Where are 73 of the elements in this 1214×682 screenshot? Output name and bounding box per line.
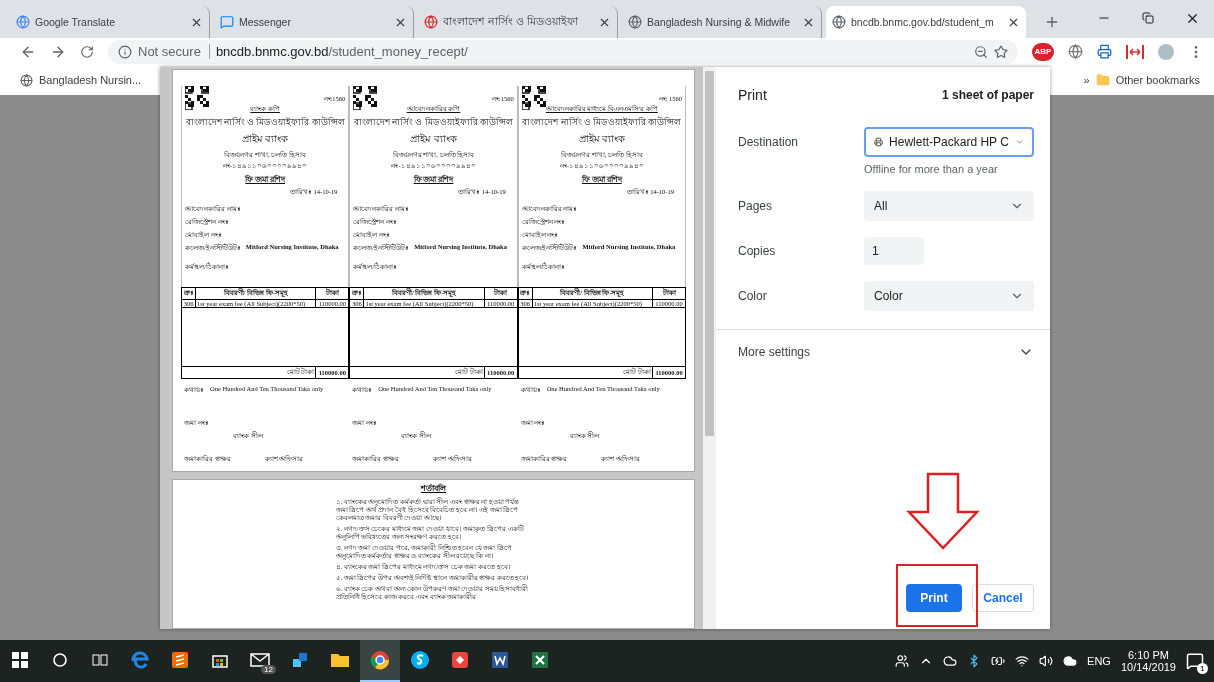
extension-icon[interactable] xyxy=(1126,44,1144,59)
url-text: bncdb.bnmc.gov.bd/student_money_recept/ xyxy=(215,44,469,59)
folder-icon xyxy=(1095,73,1110,87)
battery-icon[interactable] xyxy=(991,654,1006,668)
document-app-icon xyxy=(490,650,510,670)
zoom-icon[interactable] xyxy=(974,44,988,59)
count-badge: 12 xyxy=(261,665,276,674)
wifi-icon[interactable] xyxy=(1015,654,1030,668)
cloud-icon[interactable] xyxy=(1063,654,1078,668)
scrollbar[interactable] xyxy=(703,67,716,629)
extension-icon[interactable]: ABP xyxy=(1032,42,1054,61)
spreadsheet-app-icon xyxy=(530,650,550,670)
address-bar[interactable]: Not secure bncdb.bnmc.gov.bd/student_money_recept/ xyxy=(108,39,1018,64)
setting-label: Color xyxy=(738,289,768,303)
chat-icon xyxy=(220,15,234,29)
setting-label: Destination xyxy=(738,135,800,149)
qr-code-icon xyxy=(353,86,378,110)
extension-icon[interactable] xyxy=(1097,44,1112,59)
search-icon xyxy=(52,652,68,668)
browser-tab[interactable]: bncdb.bnmc.gov.bd/student_m xyxy=(826,6,1026,38)
people-icon[interactable] xyxy=(895,654,910,668)
more-settings[interactable]: More settings xyxy=(738,330,1034,374)
site-icon xyxy=(424,15,438,29)
globe-icon xyxy=(832,15,846,29)
bank-name: প্রাইম ব্যাংক xyxy=(410,132,457,146)
task-view-icon xyxy=(92,652,108,668)
remote-desktop-icon xyxy=(450,650,470,670)
setting-label: Copies xyxy=(738,244,777,258)
new-tab-icon[interactable] xyxy=(1044,14,1060,30)
council-name: বাংলাদেশ নার্সিং ও মিডওয়াইফারি কাউন্সিল xyxy=(354,115,513,129)
volume-icon[interactable] xyxy=(1039,654,1054,668)
qr-code-icon xyxy=(185,86,209,110)
star-icon[interactable] xyxy=(994,44,1008,59)
browser-icon xyxy=(130,650,150,670)
info-icon xyxy=(118,44,132,59)
app-icon xyxy=(291,651,309,669)
clock[interactable]: 6:10 PM 10/14/2019 xyxy=(1120,649,1176,673)
dialog-title: Print xyxy=(738,87,767,103)
globe-icon xyxy=(628,15,642,29)
bank-name: প্রাইম ব্যাংক xyxy=(241,132,289,146)
destination-status: Offline for more than a year xyxy=(864,163,999,175)
translate-icon xyxy=(16,15,30,29)
qr-code-icon xyxy=(521,86,546,110)
dropdown[interactable]: All xyxy=(864,191,1034,221)
dropdown[interactable]: Hewlett-Packard HP C xyxy=(864,127,1034,157)
globe-icon[interactable] xyxy=(1068,44,1083,59)
sheet-count: 1 sheet of paper xyxy=(941,88,1034,102)
copies-input[interactable]: 1 xyxy=(864,237,924,265)
chat-app-icon xyxy=(410,650,430,670)
editor-icon xyxy=(171,651,189,669)
chrome-icon xyxy=(370,650,390,670)
bookmarks-overflow[interactable]: » xyxy=(1083,74,1090,86)
dropdown[interactable]: Color xyxy=(864,281,1034,311)
taskbar-button[interactable]: 12 xyxy=(240,640,280,682)
bookmark[interactable]: Bangladesh Nursin... xyxy=(20,73,142,87)
folder-icon xyxy=(330,652,350,668)
security-label: Not secure xyxy=(138,44,210,59)
globe-icon xyxy=(20,73,33,87)
cancel-button[interactable]: Cancel xyxy=(972,584,1034,612)
start-icon xyxy=(12,652,28,668)
print-button[interactable]: Print xyxy=(906,584,962,612)
taskbar-button[interactable] xyxy=(360,640,400,682)
printer-icon xyxy=(874,135,884,149)
reload-icon[interactable] xyxy=(80,44,94,59)
council-name: বাংলাদেশ নার্সিং ও মিডওয়াইফারি কাউন্সিল xyxy=(522,115,682,129)
bank-name: প্রাইম ব্যাংক xyxy=(578,132,626,146)
council-name: বাংলাদেশ নার্সিং ও মিডওয়াইফারি কাউন্সিল xyxy=(185,115,345,129)
terms-title: শর্তাবলি xyxy=(421,483,446,495)
language-indicator[interactable]: ENG xyxy=(1087,655,1111,667)
cloud-icon[interactable] xyxy=(943,654,958,668)
setting-label: Pages xyxy=(738,199,774,213)
mail-icon xyxy=(250,652,270,668)
other-bookmarks[interactable]: Other bookmarks xyxy=(1095,73,1200,87)
